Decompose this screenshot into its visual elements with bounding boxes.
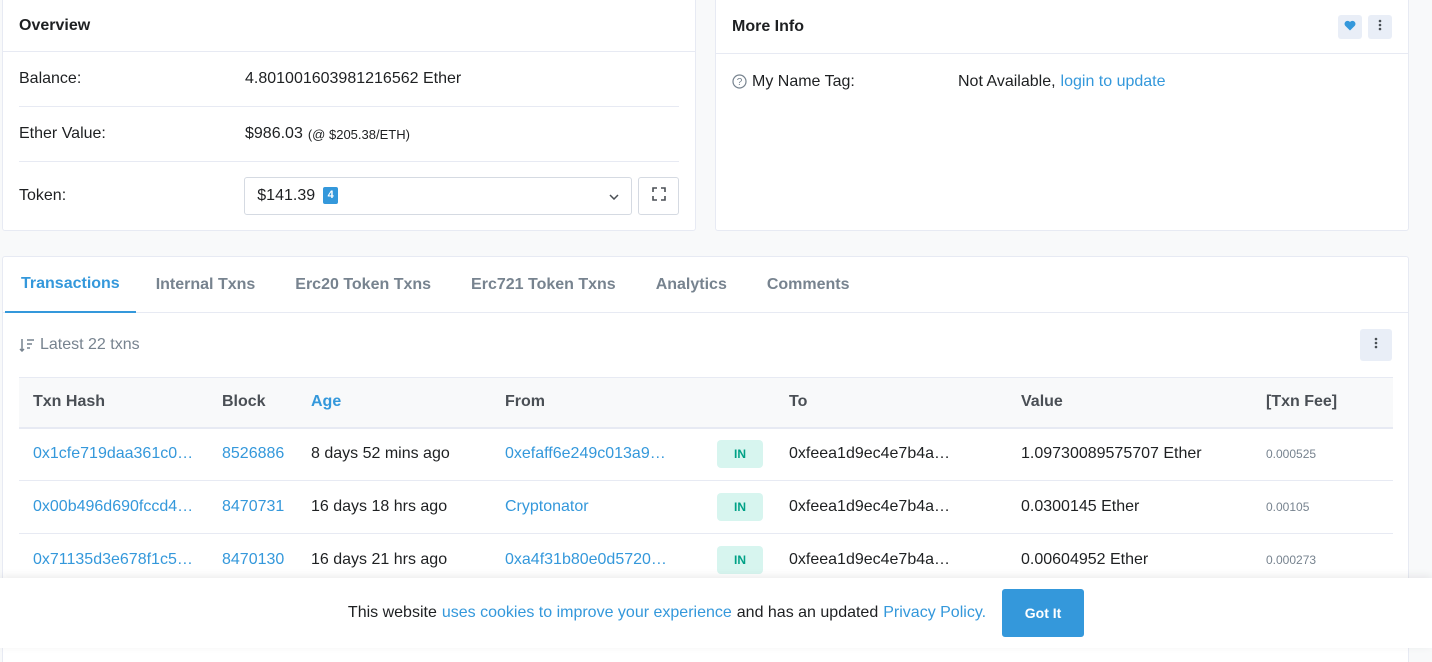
ether-value-row: Ether Value: $986.03 (@ $205.38/ETH) [19,107,679,162]
from-link[interactable]: Cryptonator [505,498,589,515]
token-value: $141.39 [257,187,316,204]
from-link[interactable]: 0xa4f31b80e0d5720… [505,551,667,568]
cookie-text-middle: and has an updated [736,604,879,621]
ether-value: $986.03 [245,125,303,142]
to-cell: 0xfeea1d9ec4e7b4a… [775,427,1007,481]
tab-erc20-token-txns[interactable]: Erc20 Token Txns [275,257,451,313]
fee-cell: 0.00105 [1266,500,1310,514]
from-link[interactable]: 0xefaff6e249c013a9… [505,445,666,462]
kebab-icon [1378,18,1382,36]
txn-hash-link[interactable]: 0x00b496d690fccd4… [33,498,193,515]
more-info-card: More Info ? My Name Tag: Not Available, … [715,0,1409,231]
balance-value: 4.801001603981216562 Ether [245,70,462,87]
age-cell: 8 days 52 mins ago [297,427,491,481]
name-tag-value: Not Available, [958,72,1056,90]
token-count-badge: 4 [323,187,339,204]
to-cell: 0xfeea1d9ec4e7b4a… [775,480,1007,534]
tab-internal-txns[interactable]: Internal Txns [136,257,276,313]
col-to: To [775,377,1007,429]
col-txn-fee[interactable]: [Txn Fee] [1252,377,1393,429]
col-direction [703,377,775,429]
kebab-icon [1374,336,1378,354]
table-header-row: Txn Hash Block Age From To Value [Txn Fe… [19,377,1393,429]
value-cell: 1.09730089575707 Ether [1007,427,1252,481]
more-info-header: More Info [716,0,1408,54]
block-link[interactable]: 8526886 [222,445,284,462]
got-it-button[interactable]: Got It [1002,589,1085,637]
ether-rate: (@ $205.38/ETH) [307,126,410,142]
cookie-text-start: This website [347,604,437,621]
tab-analytics[interactable]: Analytics [636,257,747,313]
age-cell: 16 days 18 hrs ago [297,480,491,534]
name-tag-label-group: ? My Name Tag: [732,73,958,91]
col-age[interactable]: Age [297,377,491,429]
fee-cell: 0.000273 [1266,553,1317,567]
in-badge: IN [717,493,763,521]
more-info-actions [1332,15,1392,39]
sort-icon [19,338,35,352]
tab-transactions[interactable]: Transactions [5,257,136,313]
token-dropdown-value: $141.39 4 [257,187,339,205]
tabs-bar: Transactions Internal Txns Erc20 Token T… [3,257,1408,313]
help-icon[interactable]: ? [732,74,747,89]
overview-title: Overview [3,0,695,52]
table-row: 0x1cfe719daa361c0… 8526886 8 days 52 min… [19,427,1393,481]
cookie-banner: This website uses cookies to improve you… [0,578,1432,648]
table-options-button[interactable] [1360,329,1392,361]
cookie-policy-link[interactable]: uses cookies to improve your experience [442,604,732,622]
fee-cell: 0.000525 [1266,447,1317,462]
col-txn-hash: Txn Hash [19,377,208,429]
privacy-policy-link[interactable]: Privacy Policy. [883,604,986,622]
token-label: Token: [19,187,67,204]
name-tag-label: My Name Tag: [752,72,855,90]
table-row: 0x00b496d690fccd4… 8470731 16 days 18 hr… [19,480,1393,534]
col-from: From [491,377,703,429]
expand-button[interactable] [638,177,679,215]
txn-summary-bar: Latest 22 txns [3,313,1408,377]
value-cell: 0.0300145 Ether [1007,480,1252,534]
txn-hash-link[interactable]: 0x1cfe719daa361c0… [33,445,193,462]
block-link[interactable]: 8470731 [222,498,284,515]
chevron-down-icon [609,187,619,205]
overview-card: Overview Balance: 4.801001603981216562 E… [2,0,696,231]
balance-label: Balance: [19,70,82,87]
block-link[interactable]: 8470130 [222,551,284,568]
col-value: Value [1007,377,1252,429]
txn-count-text: Latest 22 txns [40,336,140,353]
expand-icon [651,186,666,206]
in-badge: IN [717,440,763,469]
name-tag-row: ? My Name Tag: Not Available, login to u… [732,54,1392,109]
in-badge: IN [717,546,763,574]
txn-summary: Latest 22 txns [19,336,140,354]
token-dropdown[interactable]: $141.39 4 [244,177,633,215]
svg-text:?: ? [737,77,743,88]
more-info-title: More Info [732,18,804,35]
heart-icon [1344,18,1356,36]
tab-erc721-token-txns[interactable]: Erc721 Token Txns [451,257,636,313]
login-to-update-link[interactable]: login to update [1061,73,1166,91]
ether-value-label: Ether Value: [19,125,106,142]
transactions-table: Txn Hash Block Age From To Value [Txn Fe… [19,377,1393,587]
favorite-button[interactable] [1338,15,1362,39]
col-block: Block [208,377,297,429]
balance-row: Balance: 4.801001603981216562 Ether [19,52,679,107]
token-row: Token: $141.39 4 [19,162,679,230]
txn-hash-link[interactable]: 0x71135d3e678f1c5… [33,551,193,568]
tab-comments[interactable]: Comments [747,257,870,313]
more-options-button[interactable] [1368,15,1392,39]
